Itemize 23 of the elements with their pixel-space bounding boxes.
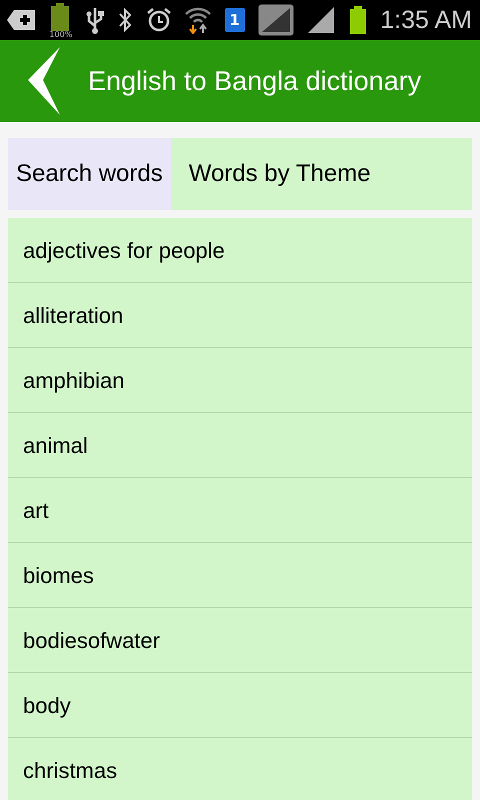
tab[interactable]: Words by Theme [170,138,472,210]
battery-percent: 100% [49,31,72,39]
battery-icon [348,6,367,34]
clock-time: 1:35 AM [380,8,472,32]
notification-add-icon [6,9,36,31]
bluetooth-icon [118,7,132,33]
theme-list-item[interactable]: alliteration [8,283,472,348]
usb-icon [84,6,105,34]
app-title: English to Bangla dictionary [88,64,422,98]
theme-list-item[interactable]: body [8,673,472,738]
theme-list-item[interactable]: christmas [8,738,472,800]
wifi-icon [185,6,212,34]
theme-list-item[interactable]: biomes [8,543,472,608]
signal-icon [307,6,336,34]
theme-list-item[interactable]: adjectives for people [8,218,472,283]
alarm-icon [146,7,172,33]
sim-card-icon: 1 [224,8,245,32]
theme-list-item[interactable]: bodiesofwater [8,608,472,673]
theme-list-item[interactable]: art [8,478,472,543]
theme-list-item[interactable]: amphibian [8,348,472,413]
theme-list-item[interactable]: animal [8,413,472,478]
signal-icon [258,4,294,36]
tab[interactable]: Search words [8,138,171,210]
